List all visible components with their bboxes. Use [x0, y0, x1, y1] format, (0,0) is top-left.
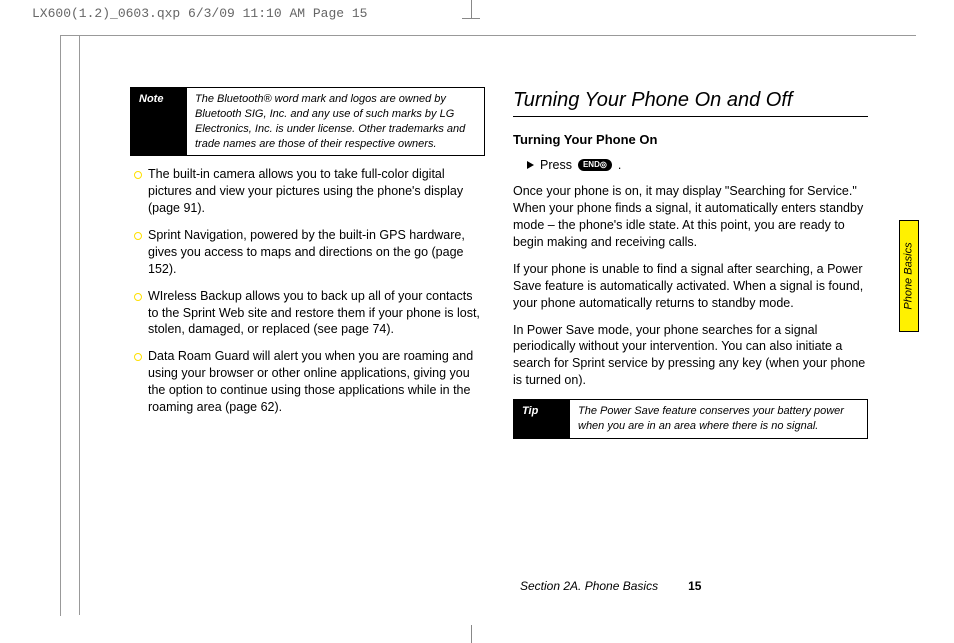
crop-mark [462, 18, 480, 19]
sub-heading: Turning Your Phone On [513, 131, 868, 149]
tip-text: The Power Save feature conserves your ba… [570, 400, 867, 438]
section-heading: Turning Your Phone On and Off [513, 87, 868, 117]
side-tab-label: Phone Basics [903, 242, 915, 309]
feature-bullet-list: The built-in camera allows you to take f… [134, 166, 485, 415]
list-item: The built-in camera allows you to take f… [134, 166, 485, 217]
right-column: Turning Your Phone On and Off Turning Yo… [513, 87, 868, 449]
section-label: Section 2A. Phone Basics [520, 579, 658, 593]
note-label: Note [131, 88, 187, 155]
left-column: Note The Bluetooth® word mark and logos … [130, 87, 485, 449]
body-paragraph: Once your phone is on, it may display "S… [513, 183, 868, 251]
step-instruction: Press END◎ . [527, 157, 868, 174]
tip-label: Tip [514, 400, 570, 438]
note-box: Note The Bluetooth® word mark and logos … [130, 87, 485, 156]
note-text: The Bluetooth® word mark and logos are o… [187, 88, 484, 155]
crop-mark [471, 0, 472, 18]
triangle-bullet-icon [527, 161, 534, 169]
step-prefix: Press [540, 157, 572, 174]
tip-box: Tip The Power Save feature conserves you… [513, 399, 868, 439]
side-tab: Phone Basics [899, 220, 919, 332]
preflight-header: LX600(1.2)_0603.qxp 6/3/09 11:10 AM Page… [32, 6, 367, 21]
content-area: Note The Bluetooth® word mark and logos … [130, 87, 880, 449]
crop-mark [471, 625, 472, 643]
inner-margin-line [79, 35, 80, 615]
list-item: WIreless Backup allows you to back up al… [134, 288, 485, 339]
end-key-icon: END◎ [578, 159, 612, 171]
step-suffix: . [618, 157, 621, 174]
body-paragraph: In Power Save mode, your phone searches … [513, 322, 868, 390]
list-item: Sprint Navigation, powered by the built-… [134, 227, 485, 278]
body-paragraph: If your phone is unable to find a signal… [513, 261, 868, 312]
page-number: 15 [688, 579, 701, 593]
list-item: Data Roam Guard will alert you when you … [134, 348, 485, 416]
page-footer: Section 2A. Phone Basics 15 [520, 579, 701, 593]
